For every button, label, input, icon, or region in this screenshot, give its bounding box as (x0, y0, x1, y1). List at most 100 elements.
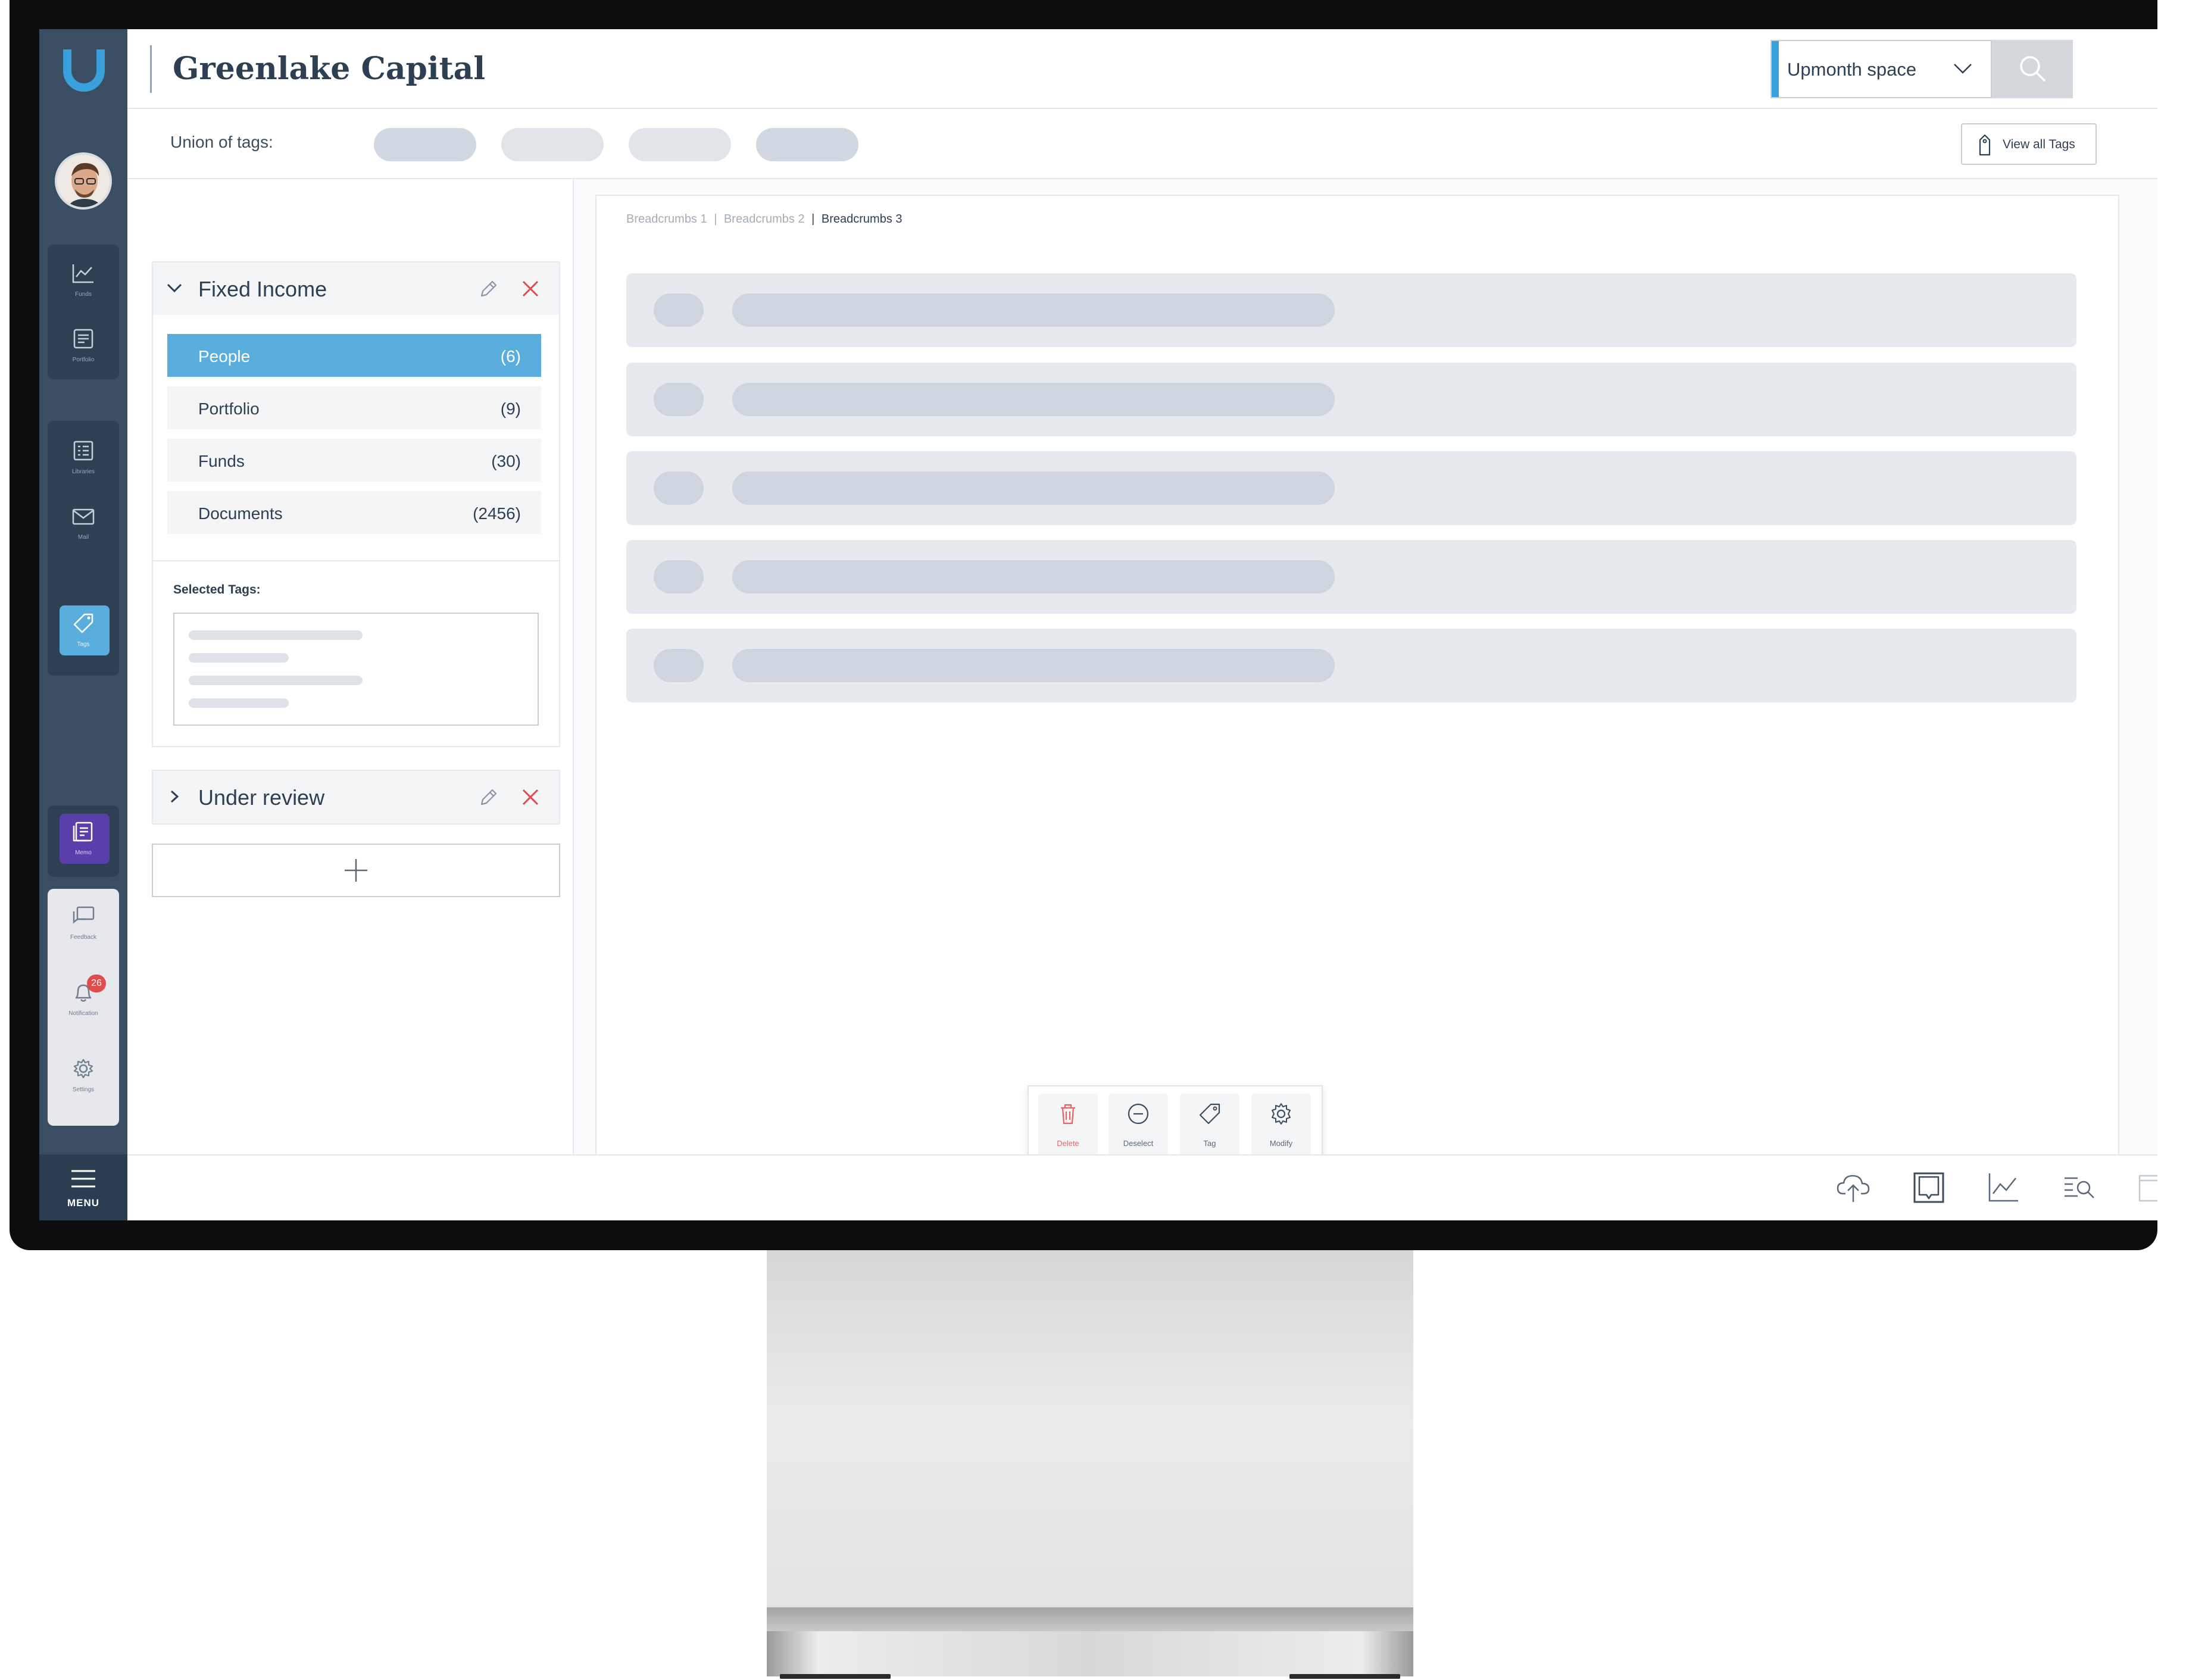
tablet-icon[interactable] (1912, 1171, 1945, 1204)
category-count: (2456) (473, 504, 521, 523)
chart-line-icon[interactable] (1987, 1171, 2021, 1204)
space-select-value: Upmonth space (1787, 59, 1917, 80)
category-row-people[interactable]: People (6) (167, 334, 541, 377)
main-content: Breadcrumbs 1 | Breadcrumbs 2 | Breadcru… (574, 179, 2157, 1159)
left-rail: Funds Portfolio Libraries Mail Tags Memo… (39, 29, 127, 1220)
tag-group-header[interactable]: Under review (153, 771, 559, 823)
category-row-portfolio[interactable]: Portfolio (9) (167, 386, 541, 429)
action-label: Deselect (1123, 1139, 1154, 1148)
rail-item-memo[interactable]: Memo (48, 808, 119, 867)
rail-group-content: Libraries Mail Tags (48, 421, 119, 676)
rail-item-tags[interactable]: Tags (48, 599, 119, 659)
select-accent (1772, 41, 1779, 97)
skeleton-line (189, 676, 363, 685)
modify-button[interactable]: Modify (1251, 1094, 1311, 1156)
category-count: (30) (491, 452, 521, 470)
memo-icon (73, 822, 93, 842)
list-item[interactable] (626, 273, 2076, 347)
rail-label: Memo (75, 850, 92, 856)
rail-item-libraries[interactable]: Libraries (48, 427, 119, 486)
rail-item-notification[interactable]: 26 Notification (48, 969, 119, 1028)
deselect-button[interactable]: Deselect (1108, 1094, 1168, 1156)
category-name: People (198, 347, 251, 366)
selected-tags-box[interactable] (173, 613, 539, 726)
pencil-icon[interactable] (478, 278, 499, 299)
user-avatar[interactable] (55, 152, 112, 210)
feedback-icon (73, 906, 95, 924)
rail-group-memo: Memo (48, 805, 119, 877)
tags-union-label: Union of tags: (170, 133, 273, 151)
pencil-icon[interactable] (478, 786, 499, 808)
tag-button[interactable]: Tag (1180, 1094, 1239, 1156)
rail-item-settings[interactable]: Settings (48, 1045, 119, 1104)
tag-pill[interactable] (756, 128, 858, 161)
rail-label: Portfolio (72, 357, 95, 363)
breadcrumb-item-1[interactable]: Breadcrumbs 1 (626, 213, 707, 226)
chevron-down-icon (1954, 64, 1972, 74)
tag-group-title: Fixed Income (198, 277, 327, 301)
view-all-tags-button[interactable]: View all Tags (1961, 123, 2097, 165)
rail-item-mail[interactable]: Mail (48, 492, 119, 552)
breadcrumb-item-2[interactable]: Breadcrumbs 2 (724, 213, 805, 226)
breadcrumb-item-3: Breadcrumbs 3 (821, 213, 902, 226)
skeleton-line (189, 653, 289, 663)
tag-group-card: Under review (152, 770, 560, 825)
skeleton-line (189, 630, 363, 640)
breadcrumb: Breadcrumbs 1 | Breadcrumbs 2 | Breadcru… (626, 213, 906, 226)
rail-item-portfolio[interactable]: Portfolio (48, 315, 119, 374)
space-select[interactable]: Upmonth space (1770, 40, 1992, 98)
search-list-icon[interactable] (2062, 1171, 2097, 1204)
tag-group-header[interactable]: Fixed Income (153, 263, 559, 315)
action-label: Tag (1203, 1139, 1216, 1148)
trash-icon (1061, 1104, 1075, 1125)
list-item[interactable] (626, 451, 2076, 525)
delete-button[interactable]: Delete (1038, 1094, 1098, 1156)
menu-button[interactable]: MENU (39, 1154, 127, 1220)
skeleton-bar (732, 383, 1335, 416)
monitor-foot-left (780, 1674, 891, 1679)
rail-item-feedback[interactable]: Feedback (48, 892, 119, 952)
content-card: Breadcrumbs 1 | Breadcrumbs 2 | Breadcru… (595, 195, 2119, 1159)
category-count: (9) (500, 399, 521, 418)
rail-item-funds[interactable]: Funds (48, 249, 119, 309)
rail-label: Settings (72, 1086, 95, 1093)
category-row-documents[interactable]: Documents (2456) (167, 491, 541, 534)
chart-line-icon (72, 264, 93, 283)
minus-circle-icon (1128, 1103, 1149, 1125)
rail-label: Feedback (70, 934, 96, 941)
tag-pill[interactable] (374, 128, 476, 161)
tag-icon (73, 613, 93, 633)
app-logo[interactable] (59, 45, 109, 95)
category-name: Portfolio (198, 399, 260, 418)
monitor-stand-lip (767, 1607, 1413, 1631)
monitor-stand (767, 1250, 1413, 1631)
skeleton-line (189, 698, 289, 708)
close-icon[interactable] (520, 786, 541, 808)
breadcrumb-separator: | (811, 213, 815, 226)
cloud-upload-icon[interactable] (1836, 1171, 1870, 1204)
list-item[interactable] (626, 540, 2076, 614)
notification-badge: 26 (87, 975, 106, 992)
breadcrumb-separator: | (714, 213, 717, 226)
list-item[interactable] (626, 363, 2076, 436)
category-row-funds[interactable]: Funds (30) (167, 439, 541, 482)
tag-pill[interactable] (629, 128, 731, 161)
tag-pill[interactable] (501, 128, 604, 161)
hamburger-icon (71, 1170, 95, 1188)
add-tag-group-button[interactable] (152, 844, 560, 897)
close-icon[interactable] (520, 278, 541, 299)
selected-tags-label: Selected Tags: (173, 583, 261, 597)
layout-icon[interactable] (2137, 1171, 2157, 1204)
skeleton-dot (654, 560, 704, 594)
search-button[interactable] (1992, 40, 2073, 98)
rail-label: Tags (77, 641, 90, 648)
chevron-right-icon[interactable] (166, 790, 183, 803)
list-item[interactable] (626, 629, 2076, 702)
chevron-down-icon[interactable] (166, 282, 183, 295)
mail-icon (72, 508, 95, 525)
rail-label: Libraries (71, 469, 95, 475)
view-all-tags-label: View all Tags (2003, 138, 2075, 151)
search-icon (2020, 56, 2046, 82)
skeleton-bar (732, 293, 1335, 327)
rail-label: Notification (68, 1010, 98, 1017)
